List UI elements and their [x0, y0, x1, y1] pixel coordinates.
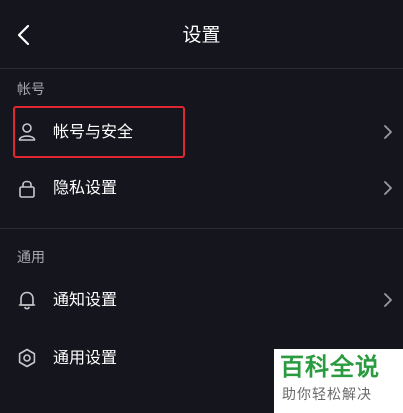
person-icon	[18, 123, 36, 141]
menu-item-label: 通知设置	[53, 290, 118, 309]
bell-icon	[18, 291, 36, 310]
menu-item-label: 帐号与安全	[53, 122, 134, 141]
menu-item-label: 隐私设置	[53, 178, 118, 197]
section-label-account: 帐号	[17, 82, 45, 98]
page-title: 设置	[182, 24, 221, 46]
gear-icon	[18, 348, 36, 368]
watermark-title: 百科全说	[280, 353, 380, 381]
header-divider	[0, 68, 403, 69]
chevron-right-icon	[384, 125, 392, 139]
menu-item-notification-settings[interactable]: 通知设置	[0, 272, 403, 328]
header-bar: 设置	[0, 0, 403, 68]
chevron-right-icon	[384, 293, 392, 307]
section-divider	[0, 228, 403, 229]
menu-item-account-security[interactable]: 帐号与安全	[0, 104, 403, 160]
menu-item-label: 通用设置	[53, 348, 118, 367]
section-label-general: 通用	[17, 250, 45, 266]
chevron-right-icon	[384, 181, 392, 195]
menu-item-privacy-settings[interactable]: 隐私设置	[0, 160, 403, 216]
lock-icon	[19, 180, 35, 198]
watermark-logo: 百科全说 助你轻松解决	[274, 349, 403, 413]
watermark-subtitle: 助你轻松解决	[282, 387, 372, 403]
